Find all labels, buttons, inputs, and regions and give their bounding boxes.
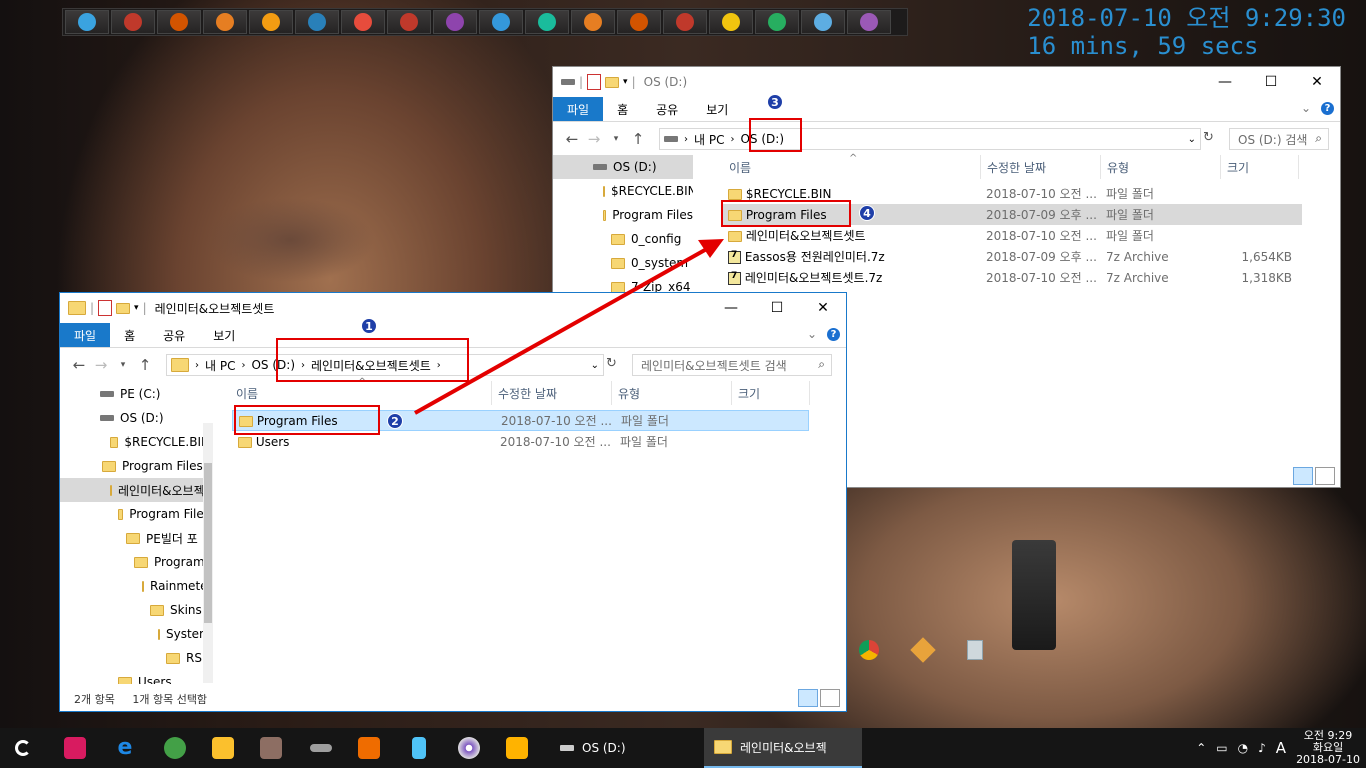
taskbar-clock[interactable]: 오전 9:29 화요일 2018-07-10 xyxy=(1296,730,1360,766)
wifi-icon[interactable]: ◔ xyxy=(1238,741,1248,755)
app-icon-3[interactable] xyxy=(252,732,290,764)
drive-icon xyxy=(560,745,574,751)
volume-icon[interactable]: ♪ xyxy=(1258,741,1266,755)
system-tray: ⌃ ▭ ◔ ♪ A 오전 9:29 화요일 2018-07-10 xyxy=(1196,728,1360,768)
internet-explorer-icon[interactable]: e xyxy=(106,732,144,764)
app-icon-4[interactable] xyxy=(350,732,388,764)
battery-icon[interactable]: ▭ xyxy=(1216,741,1227,755)
app-icon-2[interactable] xyxy=(204,732,242,764)
disc-icon[interactable] xyxy=(450,732,488,764)
chevron-up-icon[interactable]: ⌃ xyxy=(1196,741,1206,755)
app-icon-6[interactable] xyxy=(498,732,536,764)
start-icon[interactable] xyxy=(4,732,42,764)
arrow-line xyxy=(414,244,713,415)
app-icon-1[interactable] xyxy=(56,732,94,764)
folder-icon xyxy=(714,740,732,754)
drag-arrow xyxy=(414,239,724,415)
taskbar-item-rainmeter[interactable]: 레인미터&오브젝 xyxy=(704,728,862,768)
taskbar-item-os-d[interactable]: OS (D:) xyxy=(550,728,700,768)
clover-icon[interactable] xyxy=(156,732,194,764)
input-language-indicator[interactable]: A xyxy=(1276,739,1286,757)
arrow-head xyxy=(698,239,724,258)
app-icon-5[interactable] xyxy=(400,732,438,764)
usb-icon[interactable] xyxy=(302,732,340,764)
taskbar: e OS (D:) 레인미터&오브젝 ⌃ ▭ ◔ ♪ A 오전 9:29 화요일… xyxy=(0,728,1366,768)
